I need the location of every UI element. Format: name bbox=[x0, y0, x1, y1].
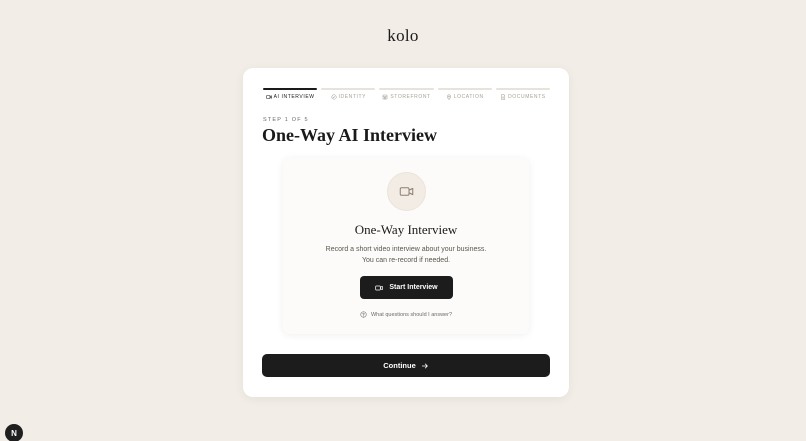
start-interview-button[interactable]: Start Interview bbox=[360, 276, 453, 299]
step-progress-bar bbox=[495, 88, 551, 90]
step-documents[interactable]: DOCUMENTS bbox=[495, 88, 551, 102]
step-progress-bar bbox=[437, 88, 492, 90]
continue-button[interactable]: Continue bbox=[262, 354, 550, 377]
document-icon bbox=[501, 94, 506, 100]
video-camera-badge bbox=[387, 172, 426, 211]
arrow-right-icon bbox=[421, 363, 428, 368]
step-ai-interview[interactable]: AI INTERVIEW bbox=[263, 88, 318, 102]
continue-label: Continue bbox=[383, 361, 416, 370]
step-label: LOCATION bbox=[453, 94, 484, 100]
map-pin-icon bbox=[446, 94, 451, 100]
video-camera-icon bbox=[265, 95, 272, 99]
step-location[interactable]: LOCATION bbox=[437, 88, 492, 102]
page-title: One-Way AI Interview bbox=[262, 125, 437, 145]
kolo-logo: kolo bbox=[387, 26, 419, 45]
description-line: Record a short video interview about you… bbox=[325, 246, 487, 253]
help-link[interactable]: What questions should I answer? bbox=[283, 311, 529, 318]
video-camera-icon bbox=[399, 187, 414, 196]
step-identity[interactable]: IDENTITY bbox=[321, 88, 376, 102]
help-link-text: What questions should I answer? bbox=[370, 311, 453, 318]
step-progress-bar bbox=[321, 88, 376, 90]
interview-panel-title: One-Way Interview bbox=[354, 222, 458, 237]
onboarding-card: AI INTERVIEW IDENTITY STOREFRONT LOCATIO… bbox=[243, 68, 569, 397]
storefront-icon bbox=[382, 94, 388, 100]
interview-description: Record a short video interview about you… bbox=[283, 244, 529, 266]
step-label: IDENTITY bbox=[338, 94, 367, 100]
step-progress-bar bbox=[379, 88, 434, 90]
step-label: STOREFRONT bbox=[390, 94, 431, 100]
check-circle-icon bbox=[330, 94, 337, 100]
progress-stepper: AI INTERVIEW IDENTITY STOREFRONT LOCATIO… bbox=[263, 88, 551, 102]
question-circle-icon bbox=[360, 311, 367, 318]
step-progress-bar bbox=[263, 88, 318, 90]
step-storefront[interactable]: STOREFRONT bbox=[379, 88, 434, 102]
start-interview-label: Start Interview bbox=[389, 284, 438, 291]
step-label: DOCUMENTS bbox=[508, 94, 546, 100]
dev-tools-badge[interactable]: N bbox=[5, 424, 23, 441]
step-label: AI INTERVIEW bbox=[273, 94, 315, 100]
step-counter: STEP 1 OF 5 bbox=[263, 117, 309, 123]
interview-panel: One-Way Interview Record a short video i… bbox=[283, 158, 529, 334]
description-line: You can re-record if needed. bbox=[361, 257, 451, 264]
video-camera-icon bbox=[375, 285, 384, 290]
